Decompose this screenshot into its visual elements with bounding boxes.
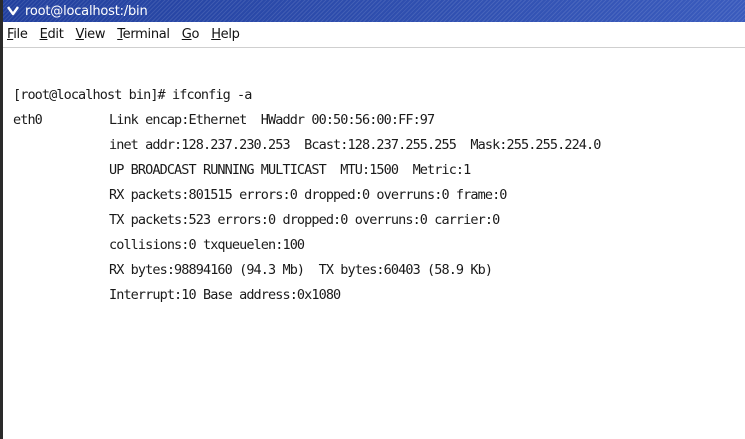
interface-detail-line: RX bytes:98894160 (94.3 Mb) TX bytes:604… [109, 262, 493, 278]
menu-view[interactable]: View [76, 27, 106, 42]
terminal-window: root@localhost:/bin File Edit View Termi… [0, 0, 745, 439]
menu-edit[interactable]: Edit [40, 27, 64, 42]
menu-bar: File Edit View Terminal Go Help [3, 22, 745, 48]
menu-terminal[interactable]: Terminal [117, 27, 170, 42]
title-bar[interactable]: root@localhost:/bin [3, 0, 745, 22]
terminal-output[interactable]: [root@localhost bin]# ifconfig -a eth0 L… [3, 49, 745, 439]
menu-file[interactable]: File [7, 27, 28, 42]
interface-detail-line: TX packets:523 errors:0 dropped:0 overru… [109, 212, 500, 228]
menu-go[interactable]: Go [182, 27, 200, 42]
interface-detail-line: Interrupt:10 Base address:0x1080 [109, 287, 341, 303]
interface-detail-line: UP BROADCAST RUNNING MULTICAST MTU:1500 … [109, 162, 471, 178]
interface-detail-line: inet addr:128.237.230.253 Bcast:128.237.… [109, 137, 601, 153]
interface-detail-line: RX packets:801515 errors:0 dropped:0 ove… [109, 187, 507, 203]
interface-name: eth0 [13, 112, 43, 128]
menu-help[interactable]: Help [211, 27, 240, 42]
chevron-down-icon[interactable] [6, 4, 20, 18]
window-title: root@localhost:/bin [25, 3, 148, 19]
interface-detail-line: collisions:0 txqueuelen:100 [109, 237, 305, 253]
prompt-line: [root@localhost bin]# ifconfig -a [13, 87, 252, 103]
interface-detail-line: Link encap:Ethernet HWaddr 00:50:56:00:F… [109, 112, 435, 128]
